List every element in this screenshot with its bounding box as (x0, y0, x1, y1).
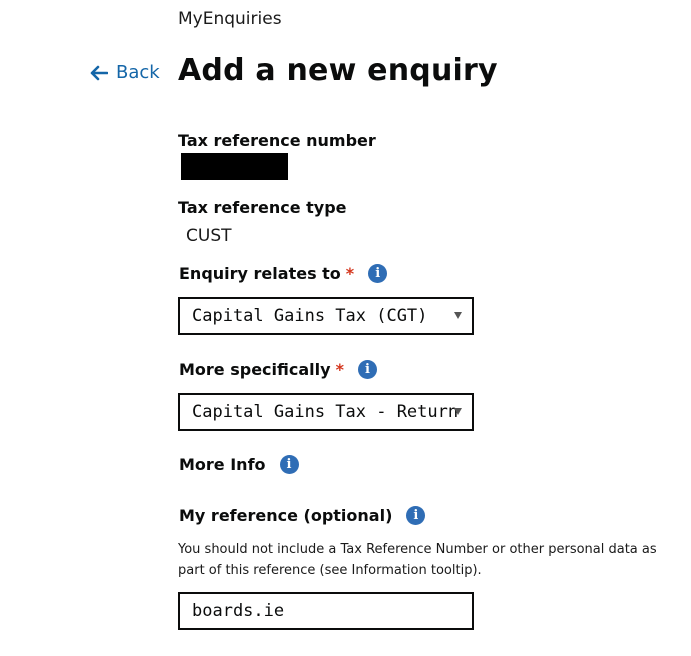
chevron-down-icon (454, 408, 462, 415)
tax-reference-type-label-text: Tax reference type (178, 198, 347, 217)
more-specifically-label-text: More specifically (179, 360, 331, 379)
my-reference-hint: You should not include a Tax Reference N… (178, 542, 657, 578)
info-icon[interactable]: i (357, 360, 377, 379)
my-reference-label: My reference (optional) i (179, 506, 426, 525)
back-label: Back (116, 62, 160, 83)
more-specifically-select[interactable]: Capital Gains Tax - Return (178, 393, 474, 431)
arrow-left-icon (90, 65, 108, 80)
my-reference-label-text: My reference (optional) (179, 506, 393, 525)
required-marker: * (335, 360, 344, 379)
page-title: Add a new enquiry (178, 53, 498, 88)
tax-reference-number-label-text: Tax reference number (178, 131, 376, 150)
tax-reference-type-label: Tax reference type (178, 198, 347, 217)
enquiry-relates-to-label: Enquiry relates to * i (179, 264, 388, 283)
more-specifically-selected-value: Capital Gains Tax - Return (192, 402, 459, 422)
redacted-tax-reference-number (181, 153, 288, 180)
my-reference-input-value: boards.ie (192, 601, 285, 621)
more-info-label-text: More Info (179, 455, 266, 474)
back-link[interactable]: Back (90, 62, 160, 83)
tax-reference-number-label: Tax reference number (178, 131, 376, 150)
app-name: MyEnquiries (178, 9, 282, 29)
info-icon[interactable]: i (406, 506, 426, 525)
enquiry-relates-to-selected-value: Capital Gains Tax (CGT) (192, 306, 428, 326)
tax-reference-type-value: CUST (186, 226, 232, 246)
more-specifically-label: More specifically * i (179, 360, 377, 379)
enquiry-relates-to-select[interactable]: Capital Gains Tax (CGT) (178, 297, 474, 335)
enquiry-relates-to-label-text: Enquiry relates to (179, 264, 341, 283)
required-marker: * (345, 264, 355, 283)
info-icon[interactable]: i (279, 455, 299, 474)
more-info-label: More Info i (179, 455, 299, 474)
my-reference-input[interactable]: boards.ie (178, 592, 474, 630)
info-icon[interactable]: i (368, 264, 388, 283)
chevron-down-icon (454, 312, 462, 319)
